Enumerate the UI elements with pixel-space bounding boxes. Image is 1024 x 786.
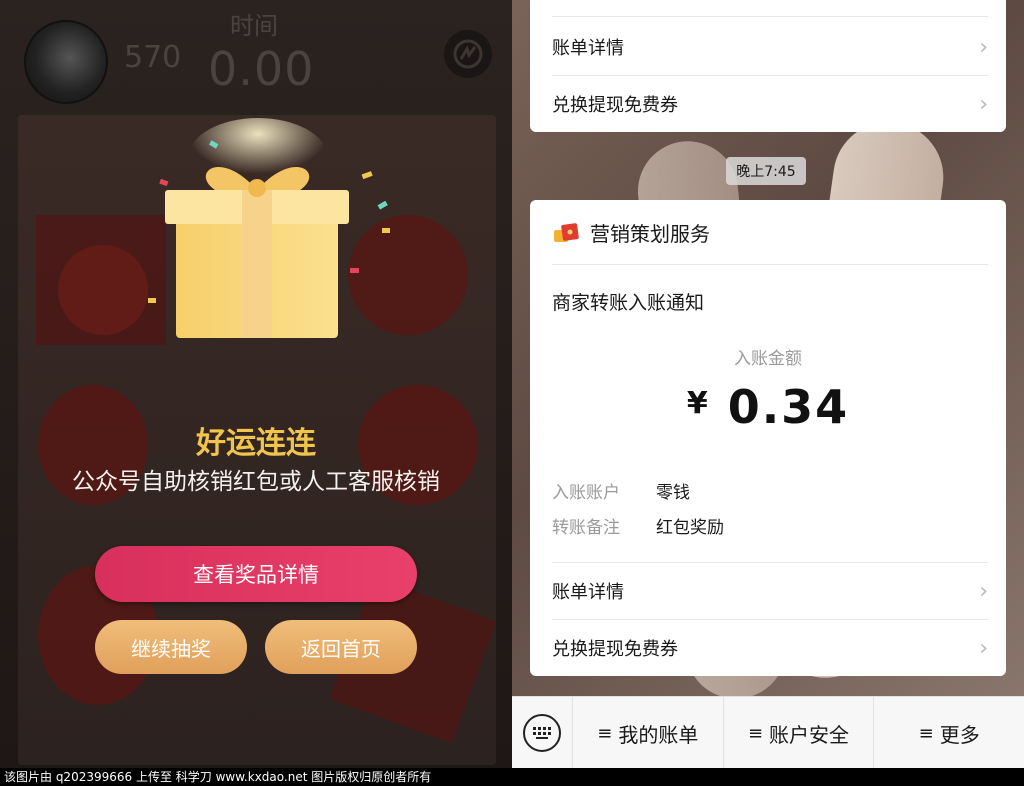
menu-icon: ≡ (747, 722, 764, 744)
result-subtitle: 公众号自助核销红包或人工客服核销 (72, 469, 440, 495)
bottom-menu-bar: ≡ 我的账单 ≡ 账户安全 ≡ 更多 (512, 696, 1024, 769)
divider (552, 16, 988, 17)
avatar[interactable] (24, 20, 108, 104)
back-home-button[interactable]: 返回首页 (265, 620, 417, 674)
coupon-label: 兑换提现免费券 (552, 639, 678, 660)
remark-field: 转账备注 红包奖励 (552, 513, 724, 538)
coupon-row[interactable]: 兑换提现免费券 › (552, 76, 988, 132)
account-field: 入账账户 零钱 (552, 478, 690, 503)
amount-value: ¥0.34 (530, 380, 1006, 434)
field-value: 红包奖励 (656, 518, 724, 538)
divider (552, 264, 988, 265)
bill-detail-row[interactable]: 账单详情 › (552, 19, 988, 75)
transfer-notice-card[interactable]: 营销策划服务 商家转账入账通知 入账金额 ¥0.34 入账账户 零钱 转账备注 … (530, 200, 1006, 676)
menu-label: 我的账单 (618, 722, 699, 747)
menu-label: 账户安全 (769, 722, 850, 747)
currency-symbol: ¥ (686, 386, 710, 421)
bill-detail-row[interactable]: 账单详情 › (552, 563, 988, 619)
menu-more[interactable]: ≡ 更多 (874, 697, 1024, 769)
keyboard-icon (523, 714, 561, 752)
bill-detail-label: 账单详情 (552, 582, 624, 603)
score-value: 570 (124, 40, 182, 75)
gift-box-icon (120, 118, 391, 358)
menu-icon: ≡ (597, 722, 613, 744)
game-topbar: 570 时间 0.00 (0, 0, 512, 110)
continue-draw-button[interactable]: 继续抽奖 (95, 620, 247, 674)
menu-label: 更多 (939, 722, 980, 747)
menu-account-security[interactable]: ≡ 账户安全 (724, 697, 875, 769)
coupon-row[interactable]: 兑换提现免费券 › (552, 620, 988, 676)
music-icon[interactable] (444, 30, 492, 78)
amount-number: 0.34 (727, 380, 850, 434)
keyboard-toggle-button[interactable] (512, 697, 573, 769)
field-key: 转账备注 (552, 518, 620, 538)
message-timestamp: 晚上7:45 (726, 157, 806, 185)
result-title: 好运连连 (196, 426, 316, 461)
chevron-right-icon: › (979, 578, 988, 604)
menu-icon: ≡ (918, 722, 934, 744)
field-value: 零钱 (656, 483, 690, 503)
menu-my-bills[interactable]: ≡ 我的账单 (573, 697, 724, 769)
time-label: 时间 (230, 12, 278, 40)
view-prize-button[interactable]: 查看奖品详情 (95, 546, 417, 602)
time-value: 0.00 (208, 42, 315, 96)
red-envelope-icon (552, 222, 579, 242)
field-key: 入账账户 (552, 483, 620, 503)
chevron-right-icon: › (979, 34, 988, 60)
chevron-right-icon: › (979, 635, 988, 661)
lottery-panel: 570 时间 0.00 好运连连 公众号自助核销红包或人工客服核销 查看奖品详情… (0, 0, 512, 768)
service-name: 营销策划服务 (590, 221, 710, 246)
coupon-label: 兑换提现免费券 (552, 95, 678, 116)
amount-label: 入账金额 (734, 349, 802, 369)
notice-title: 商家转账入账通知 (552, 292, 705, 314)
watermark-text: 该图片由 q202399666 上传至 科学刀 www.kxdao.net 图片… (0, 768, 1024, 786)
previous-message-card: 账单详情 › 兑换提现免费券 › (530, 0, 1006, 132)
service-header[interactable]: 营销策划服务 (552, 214, 710, 250)
bill-detail-label: 账单详情 (552, 38, 624, 59)
chevron-right-icon: › (979, 91, 988, 117)
